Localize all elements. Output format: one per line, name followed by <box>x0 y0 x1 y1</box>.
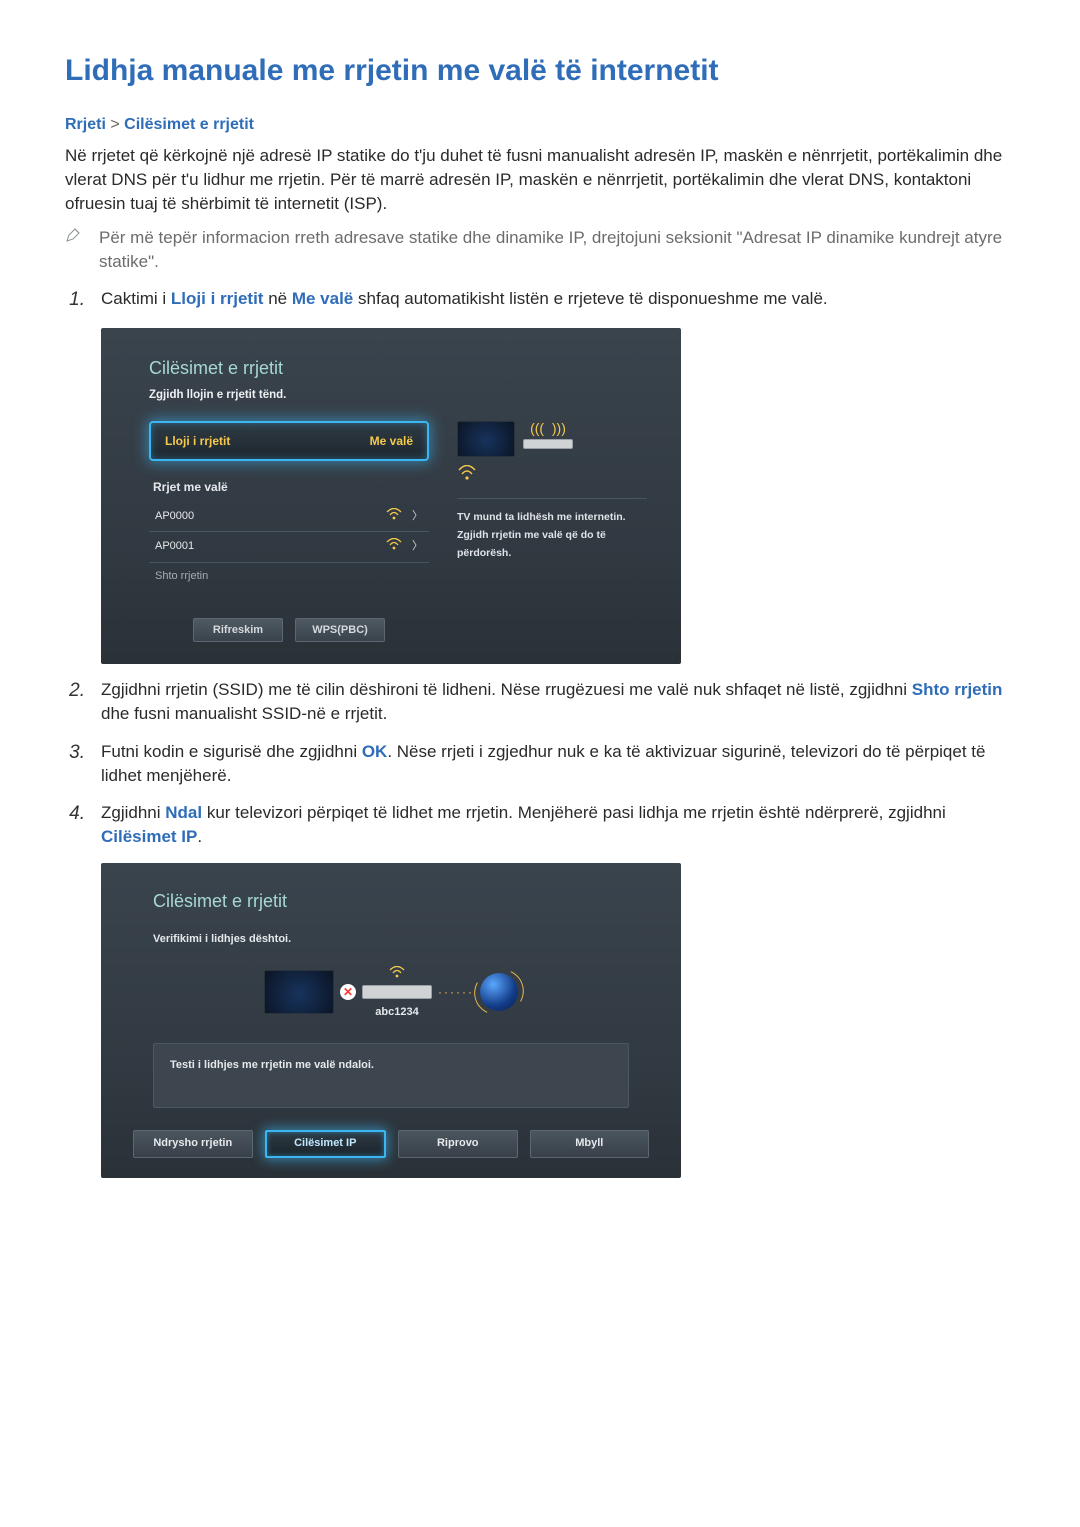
dialog-title: Cilësimet e rrjetit <box>149 356 647 381</box>
wifi-signal-icon <box>386 538 402 555</box>
page-title: Lidhja manuale me rrjetin me valë të int… <box>65 50 1015 92</box>
step-2-text: Zgjidhni rrjetin (SSID) me të cilin dësh… <box>101 678 1015 726</box>
intro-paragraph: Në rrjetet që kërkojnë një adresë IP sta… <box>65 144 1015 215</box>
step-1-text: Caktimi i Lloji i rrjetit në Me valë shf… <box>101 287 1015 311</box>
step-number: 2. <box>65 678 85 705</box>
connection-dots-icon: ······ <box>438 984 474 1001</box>
retry-button[interactable]: Riprovo <box>398 1130 518 1158</box>
help-text-line: Zgjidh rrjetin me valë që do të <box>457 527 647 545</box>
wifi-ssid: AP0000 <box>155 509 194 524</box>
network-type-dropdown[interactable]: Lloji i rrjetit Me valë <box>149 421 429 461</box>
router-ssid-label: abc1234 <box>375 1005 418 1020</box>
screenshot-connection-failed: Cilësimet e rrjetit Verifikimi i lidhjes… <box>101 863 681 1178</box>
connection-failed-icon: ✕ <box>340 984 356 1000</box>
chevron-right-icon: 〉 <box>412 509 423 524</box>
note-text: Për më tepër informacion rreth adresave … <box>99 226 1015 274</box>
dialog-title: Cilësimet e rrjetit <box>153 889 629 914</box>
step-number: 3. <box>65 740 85 767</box>
wifi-list-item[interactable]: AP0001 〉 <box>149 532 429 562</box>
tv-icon <box>264 970 334 1014</box>
router-icon <box>523 439 573 449</box>
dropdown-label: Lloji i rrjetit <box>165 433 230 450</box>
keyword-ip-settings: Cilësimet IP <box>101 827 197 846</box>
chevron-right-icon: 〉 <box>412 539 423 554</box>
step-3-text: Futni kodin e sigurisë dhe zgjidhni OK. … <box>101 740 1015 788</box>
breadcrumb-separator: > <box>110 116 119 133</box>
add-network-label: Shto rrjetin <box>155 569 208 584</box>
dialog-subtitle: Zgjidh llojin e rrjetit tënd. <box>149 387 647 403</box>
keyword-ok: OK <box>362 742 388 761</box>
screenshot-network-settings-list: Cilësimet e rrjetit Zgjidh llojin e rrje… <box>101 328 681 664</box>
breadcrumb-part-a: Rrjeti <box>65 116 106 133</box>
router-icon <box>362 985 432 999</box>
tv-icon <box>457 421 515 457</box>
wps-pbc-button[interactable]: WPS(PBC) <box>295 618 385 642</box>
wifi-signal-icon <box>386 508 402 525</box>
wifi-ssid: AP0001 <box>155 539 194 554</box>
wifi-signal-icon <box>457 465 647 484</box>
step-number: 1. <box>65 287 85 314</box>
step-4-text: Zgjidhni Ndal kur televizori përpiqet të… <box>101 801 1015 849</box>
globe-icon <box>480 973 518 1011</box>
keyword-network-type: Lloji i rrjetit <box>171 289 264 308</box>
step-number: 4. <box>65 801 85 828</box>
refresh-button[interactable]: Rifreskim <box>193 618 283 642</box>
change-network-button[interactable]: Ndrysho rrjetin <box>133 1130 253 1158</box>
add-network-item[interactable]: Shto rrjetin <box>149 563 429 590</box>
help-text-line: TV mund ta lidhësh me internetin. <box>457 509 647 527</box>
breadcrumb-part-b: Cilësimet e rrjetit <box>124 116 254 133</box>
wifi-list-item[interactable]: AP0000 〉 <box>149 502 429 532</box>
close-button[interactable]: Mbyll <box>530 1130 650 1158</box>
wifi-waves-icon: ((( ))) <box>530 421 566 435</box>
wireless-group-label: Rrjet me valë <box>153 479 429 496</box>
keyword-add-network: Shto rrjetin <box>912 680 1003 699</box>
ip-settings-button[interactable]: Cilësimet IP <box>265 1130 387 1158</box>
dropdown-value: Me valë <box>370 433 413 450</box>
fail-message: Verifikimi i lidhjes dështoi. <box>153 932 629 947</box>
breadcrumb: Rrjeti > Cilësimet e rrjetit <box>65 114 1015 136</box>
keyword-wireless: Me valë <box>292 289 353 308</box>
keyword-stop: Ndal <box>165 803 202 822</box>
status-message-box: Testi i lidhjes me rrjetin me valë ndalo… <box>153 1043 629 1108</box>
pencil-icon <box>65 226 83 250</box>
wifi-signal-icon <box>389 964 405 984</box>
help-text-line: përdorësh. <box>457 545 647 563</box>
